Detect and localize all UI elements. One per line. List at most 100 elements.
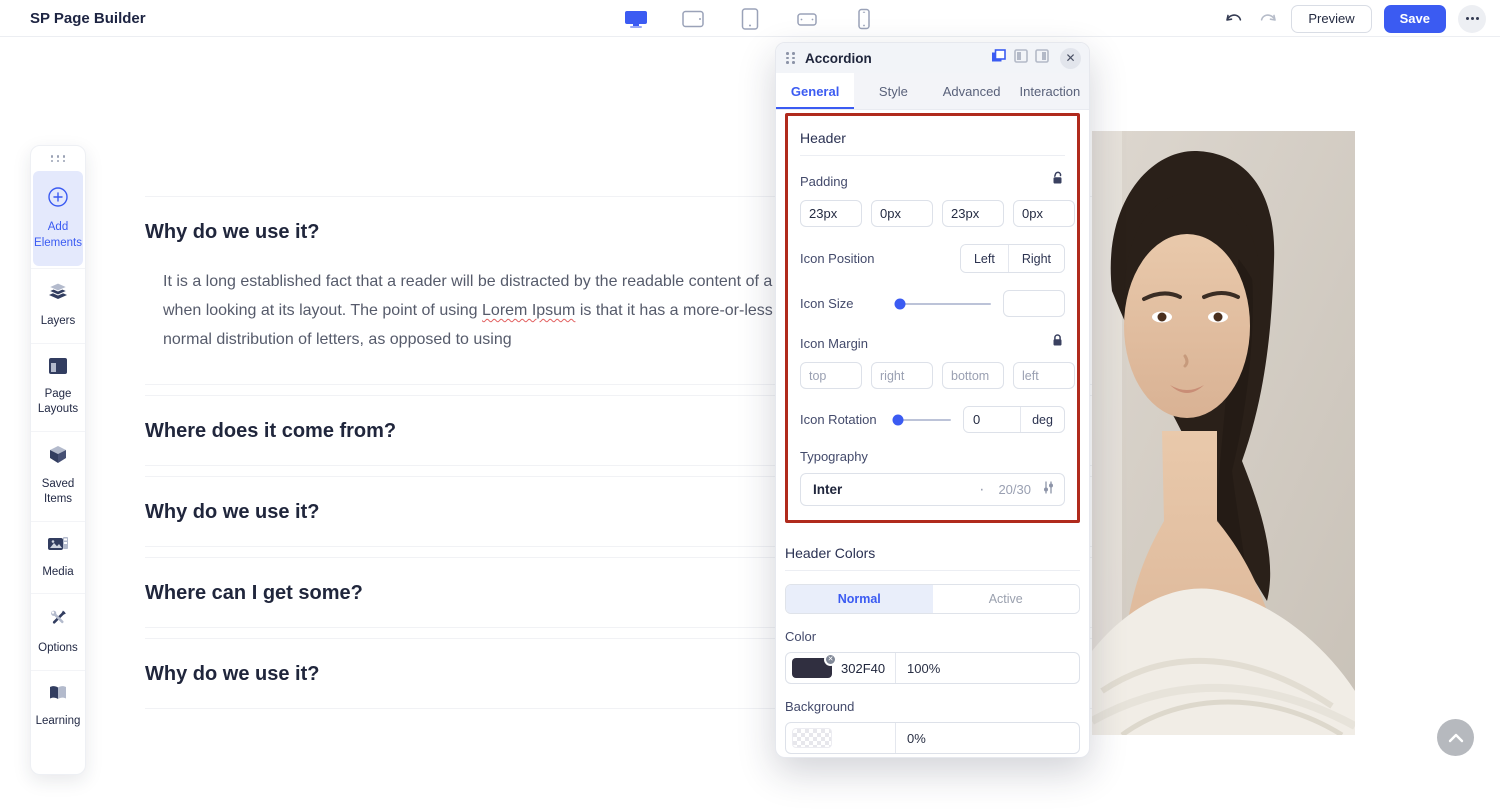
color-picker-cell[interactable]: ✕ 302F40 xyxy=(786,653,896,683)
tab-interaction[interactable]: Interaction xyxy=(1011,73,1089,109)
lock-open-icon[interactable] xyxy=(1050,171,1065,191)
scroll-to-top-button[interactable] xyxy=(1437,719,1474,756)
tablet-portrait-icon[interactable] xyxy=(738,8,762,30)
color-swatch[interactable]: ✕ xyxy=(792,658,832,678)
icon-position-left-button[interactable]: Left xyxy=(961,245,1008,272)
typography-control[interactable]: Inter · 20/30 xyxy=(800,473,1065,506)
margin-top-input[interactable] xyxy=(800,362,862,389)
top-bar: SP Page Builder Preview Save xyxy=(0,0,1500,37)
icon-size-slider[interactable] xyxy=(896,303,991,305)
background-control: 0% xyxy=(785,722,1080,754)
layers-icon xyxy=(47,282,69,307)
header-settings-group: Header Padding Icon Position Left Right xyxy=(785,113,1080,523)
tab-general[interactable]: General xyxy=(776,73,854,109)
padding-right-input[interactable] xyxy=(871,200,933,227)
slider-thumb[interactable] xyxy=(894,298,905,309)
icon-margin-label: Icon Margin xyxy=(800,336,868,351)
typography-label: Typography xyxy=(800,449,868,464)
color-hex-value: 302F40 xyxy=(841,661,885,676)
lock-closed-icon[interactable] xyxy=(1050,333,1065,353)
sliders-icon[interactable] xyxy=(1043,481,1054,499)
margin-left-input[interactable] xyxy=(1013,362,1075,389)
sidebar-item-learning[interactable]: Learning xyxy=(31,670,85,743)
panel-window-controls: ✕ xyxy=(991,48,1081,69)
background-picker-cell[interactable] xyxy=(786,723,896,753)
image-icon xyxy=(47,535,69,558)
icon-rotation-field: deg xyxy=(963,406,1065,433)
phone-landscape-icon[interactable] xyxy=(795,8,819,30)
font-size-value: 20/30 xyxy=(998,482,1031,497)
sidebar-item-label: Media xyxy=(42,565,73,581)
tab-style[interactable]: Style xyxy=(854,73,932,109)
portrait-image xyxy=(1092,131,1355,735)
sidebar-item-add-elements[interactable]: Add Elements xyxy=(33,171,83,266)
color-opacity-value[interactable]: 100% xyxy=(896,661,1079,676)
color-label-row: Color xyxy=(785,629,1080,644)
panel-header: Accordion ✕ xyxy=(776,43,1089,73)
sidebar-item-label: Page Layouts xyxy=(33,387,83,418)
sidebar-item-options[interactable]: Options xyxy=(31,593,85,670)
icon-position-right-button[interactable]: Right xyxy=(1008,245,1064,272)
layout-icon xyxy=(48,357,68,380)
state-switch: Normal Active xyxy=(785,584,1080,614)
float-panel-icon[interactable] xyxy=(991,49,1007,68)
sidebar-item-saved-items[interactable]: Saved Items xyxy=(31,431,85,521)
close-icon[interactable]: ✕ xyxy=(1060,48,1081,69)
settings-panel: Accordion ✕ General Style Advanced Inter… xyxy=(775,42,1090,758)
panel-tabs: General Style Advanced Interaction xyxy=(776,73,1089,110)
padding-top-input[interactable] xyxy=(800,200,862,227)
icon-margin-inputs xyxy=(800,362,1065,389)
panel-body: Header Padding Icon Position Left Right xyxy=(776,110,1089,758)
save-button[interactable]: Save xyxy=(1384,5,1446,33)
padding-left-input[interactable] xyxy=(1013,200,1075,227)
undo-icon[interactable] xyxy=(1223,8,1245,30)
font-name: Inter xyxy=(813,482,979,497)
sidebar-item-label: Learning xyxy=(36,714,81,730)
sidebar-item-media[interactable]: Media xyxy=(31,521,85,594)
desktop-icon[interactable] xyxy=(624,8,648,30)
padding-label: Padding xyxy=(800,174,848,189)
background-opacity-value[interactable]: 0% xyxy=(896,731,1079,746)
icon-position-label: Icon Position xyxy=(800,251,896,266)
state-active[interactable]: Active xyxy=(933,585,1080,613)
tab-advanced[interactable]: Advanced xyxy=(933,73,1011,109)
cube-icon xyxy=(48,445,68,470)
sidebar-drag-handle-icon[interactable] xyxy=(31,146,85,169)
icon-size-label: Icon Size xyxy=(800,296,896,311)
phone-portrait-icon[interactable] xyxy=(852,8,876,30)
preview-button[interactable]: Preview xyxy=(1291,5,1371,33)
clear-color-icon[interactable]: ✕ xyxy=(824,653,837,666)
icon-size-input[interactable] xyxy=(1003,290,1065,317)
responsive-device-switcher xyxy=(624,0,876,37)
background-swatch[interactable] xyxy=(792,728,832,748)
padding-row: Padding xyxy=(800,171,1065,191)
tools-icon xyxy=(47,607,69,634)
builder-sidebar: Add Elements Layers Page Layouts Saved I… xyxy=(30,145,86,775)
color-control: ✕ 302F40 100% xyxy=(785,652,1080,684)
sidebar-item-page-layouts[interactable]: Page Layouts xyxy=(31,343,85,431)
icon-size-row: Icon Size xyxy=(800,290,1065,317)
sidebar-item-label: Add Elements xyxy=(34,220,82,251)
slider-thumb[interactable] xyxy=(893,414,904,425)
icon-position-switch: Left Right xyxy=(960,244,1065,273)
dock-left-icon[interactable] xyxy=(1014,49,1028,68)
panel-drag-handle-icon[interactable] xyxy=(786,52,795,64)
section-title: Header Colors xyxy=(785,537,1080,571)
separator-dot: · xyxy=(979,481,984,499)
more-options-button[interactable] xyxy=(1458,5,1486,33)
typography-row: Typography xyxy=(800,449,1065,464)
margin-right-input[interactable] xyxy=(871,362,933,389)
dock-right-icon[interactable] xyxy=(1035,49,1049,68)
padding-bottom-input[interactable] xyxy=(942,200,1004,227)
tablet-landscape-icon[interactable] xyxy=(681,8,705,30)
icon-rotation-input[interactable] xyxy=(964,407,1020,432)
sidebar-item-layers[interactable]: Layers xyxy=(31,268,85,343)
icon-rotation-slider[interactable] xyxy=(896,419,951,421)
margin-bottom-input[interactable] xyxy=(942,362,1004,389)
state-normal[interactable]: Normal xyxy=(786,585,933,613)
sidebar-item-label: Layers xyxy=(41,314,76,330)
color-label: Color xyxy=(785,629,816,644)
background-label-row: Background xyxy=(785,699,1080,714)
background-label: Background xyxy=(785,699,854,714)
redo-icon[interactable] xyxy=(1257,8,1279,30)
